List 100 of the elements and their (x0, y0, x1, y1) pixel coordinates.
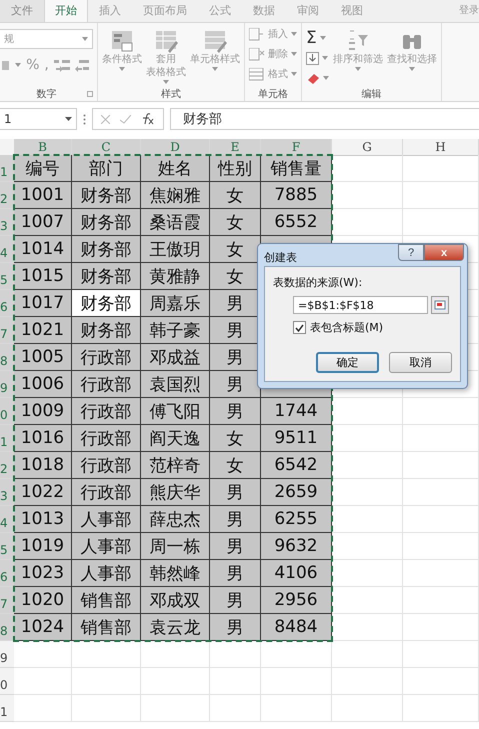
empty-cell[interactable] (403, 533, 479, 560)
empty-cell[interactable] (403, 506, 479, 533)
table-cell[interactable]: 9632 (261, 533, 332, 560)
table-cell[interactable]: 1018 (14, 452, 72, 479)
table-cell[interactable]: 1006 (14, 371, 72, 398)
name-box[interactable]: 1 (0, 108, 77, 130)
empty-cell[interactable] (72, 695, 141, 722)
table-cell[interactable]: 薛忠杰 (141, 506, 210, 533)
table-cell[interactable]: 人事部 (72, 506, 141, 533)
table-cell[interactable]: 周一栋 (141, 533, 210, 560)
table-cell[interactable]: 7885 (261, 182, 332, 209)
table-cell[interactable]: 2956 (261, 587, 332, 614)
row-header[interactable]: 1 (0, 155, 14, 182)
empty-cell[interactable] (332, 641, 403, 668)
empty-cell[interactable] (403, 614, 479, 641)
empty-cell[interactable] (261, 695, 332, 722)
table-cell[interactable]: 2659 (261, 479, 332, 506)
table-cell[interactable]: 韩子豪 (141, 317, 210, 344)
table-cell[interactable]: 男 (210, 506, 261, 533)
table-cell[interactable]: 编号 (14, 155, 72, 182)
dialog-button[interactable]: 取消 (389, 352, 452, 373)
table-cell[interactable]: 韩然峰 (141, 560, 210, 587)
table-cell[interactable]: 财务部 (72, 290, 141, 317)
empty-cell[interactable] (141, 641, 210, 668)
table-cell[interactable]: 财务部 (72, 263, 141, 290)
row-header[interactable]: 1 (0, 695, 14, 722)
empty-cell[interactable] (210, 641, 261, 668)
table-cell[interactable]: 1009 (14, 398, 72, 425)
table-cell[interactable]: 阎天逸 (141, 425, 210, 452)
row-header[interactable]: 4 (0, 506, 14, 533)
checkbox[interactable] (293, 321, 306, 334)
table-cell[interactable]: 黄雅静 (141, 263, 210, 290)
row-header[interactable]: 3 (0, 479, 14, 506)
empty-cell[interactable] (261, 641, 332, 668)
table-cell[interactable]: 6255 (261, 506, 332, 533)
table-cell[interactable]: 财务部 (72, 209, 141, 236)
table-cell[interactable]: 女 (210, 182, 261, 209)
empty-cell[interactable] (332, 668, 403, 695)
empty-cell[interactable] (403, 209, 479, 236)
empty-cell[interactable] (403, 425, 479, 452)
row-header[interactable]: 6 (0, 560, 14, 587)
table-cell[interactable]: 桑语霞 (141, 209, 210, 236)
row-header[interactable]: 1 (0, 425, 14, 452)
empty-cell[interactable] (403, 695, 479, 722)
table-cell[interactable]: 行政部 (72, 425, 141, 452)
row-header[interactable]: 7 (0, 317, 14, 344)
table-cell[interactable]: 1016 (14, 425, 72, 452)
table-cell[interactable]: 行政部 (72, 344, 141, 371)
table-cell[interactable]: 男 (210, 398, 261, 425)
table-cell[interactable]: 1014 (14, 236, 72, 263)
table-cell[interactable]: 性别 (210, 155, 261, 182)
row-header[interactable]: 4 (0, 236, 14, 263)
table-cell[interactable]: 1021 (14, 317, 72, 344)
column-header[interactable]: G (332, 139, 403, 156)
table-cell[interactable]: 销售部 (72, 614, 141, 641)
table-cell[interactable]: 1744 (261, 398, 332, 425)
row-header[interactable]: 9 (0, 371, 14, 398)
table-cell[interactable]: 男 (210, 614, 261, 641)
row-header[interactable]: 7 (0, 587, 14, 614)
row-header[interactable]: 5 (0, 263, 14, 290)
row-header[interactable]: 2 (0, 182, 14, 209)
column-header[interactable]: D (141, 139, 210, 156)
table-cell[interactable]: 1019 (14, 533, 72, 560)
table-cell[interactable]: 9511 (261, 425, 332, 452)
table-cell[interactable]: 行政部 (72, 452, 141, 479)
column-header[interactable]: E (210, 139, 261, 156)
empty-cell[interactable] (72, 668, 141, 695)
table-cell[interactable]: 姓名 (141, 155, 210, 182)
empty-cell[interactable] (403, 668, 479, 695)
table-cell[interactable]: 财务部 (72, 236, 141, 263)
empty-cell[interactable] (332, 695, 403, 722)
dialog-button[interactable]: 确定 (316, 352, 379, 373)
empty-cell[interactable] (72, 641, 141, 668)
table-cell[interactable]: 袁云龙 (141, 614, 210, 641)
empty-cell[interactable] (210, 668, 261, 695)
empty-cell[interactable] (141, 695, 210, 722)
table-cell[interactable]: 男 (210, 533, 261, 560)
column-header[interactable]: H (403, 139, 479, 156)
table-cell[interactable]: 4106 (261, 560, 332, 587)
table-cell[interactable]: 邓成益 (141, 344, 210, 371)
table-cell[interactable]: 1013 (14, 506, 72, 533)
table-cell[interactable]: 销售部 (72, 587, 141, 614)
table-cell[interactable]: 人事部 (72, 560, 141, 587)
table-cell[interactable]: 1017 (14, 290, 72, 317)
empty-cell[interactable] (403, 452, 479, 479)
table-cell[interactable]: 焦娴雅 (141, 182, 210, 209)
row-header[interactable]: 3 (0, 209, 14, 236)
row-header[interactable]: 8 (0, 614, 14, 641)
table-cell[interactable]: 8484 (261, 614, 332, 641)
table-cell[interactable]: 周嘉乐 (141, 290, 210, 317)
table-cell[interactable]: 男 (210, 587, 261, 614)
table-cell[interactable]: 女 (210, 425, 261, 452)
table-cell[interactable]: 王傲玥 (141, 236, 210, 263)
formula-field[interactable]: 财务部 (170, 108, 479, 130)
table-cell[interactable]: 邓成双 (141, 587, 210, 614)
row-header[interactable]: 5 (0, 533, 14, 560)
empty-cell[interactable] (403, 479, 479, 506)
column-header[interactable]: C (72, 139, 141, 156)
table-cell[interactable]: 傅飞阳 (141, 398, 210, 425)
table-cell[interactable]: 袁国烈 (141, 371, 210, 398)
